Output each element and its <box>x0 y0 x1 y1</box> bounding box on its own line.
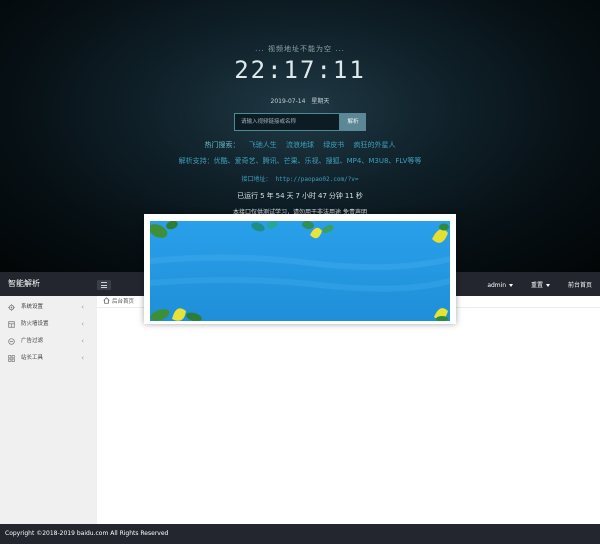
clock: 22:17:11 <box>234 56 366 84</box>
chevron-left-icon: ‹ <box>81 354 84 362</box>
sidebar-item-label: 站长工具 <box>21 355 44 361</box>
uptime-days: 54 <box>275 192 285 200</box>
api-line: 接口地址： http://paopao02.com/?v= <box>0 174 600 183</box>
uptime-unit: 分钟 <box>328 192 343 200</box>
chevron-down-icon <box>546 284 551 287</box>
reset-menu[interactable]: 重置 <box>531 282 551 289</box>
grid-icon <box>8 355 15 362</box>
chevron-left-icon: ‹ <box>81 303 84 311</box>
sidebar-item-label: 广告过滤 <box>21 338 44 344</box>
uptime-minutes: 47 <box>318 192 327 200</box>
sky-leaves-image <box>150 221 450 321</box>
tab-home-label: 后台首页 <box>112 299 135 305</box>
reset-label: 重置 <box>531 282 544 289</box>
api-url-link[interactable]: http://paopao02.com/?v= <box>275 176 358 183</box>
sidebar-item-ad-filter[interactable]: 广告过滤 ‹ <box>0 333 97 350</box>
hot-keyword-link[interactable]: 绿皮书 <box>323 141 344 149</box>
uptime-unit: 年 <box>266 192 274 200</box>
parse-button[interactable]: 解析 <box>340 113 366 131</box>
uptime-unit: 小时 <box>302 192 316 200</box>
hot-search-line: 热门搜索： 飞驰人生 流浪地球 绿皮书 疯狂的外星人 <box>0 140 600 150</box>
uptime-prefix: 已运行 <box>237 192 259 200</box>
search-row: 请输入视频链接或名称 解析 <box>0 113 600 132</box>
footer: Copyright ©2018-2019 baidu.com All Right… <box>0 524 600 544</box>
image-popup[interactable] <box>144 214 456 324</box>
sidebar-item-firewall[interactable]: 防火墙设置 ‹ <box>0 316 97 333</box>
date-text: 2019-07-14 <box>270 98 306 105</box>
sidebar-item-label: 系统设置 <box>21 304 44 310</box>
sidebar: 系统设置 ‹ 防火墙设置 ‹ 广告过滤 ‹ 站长工具 ‹ <box>0 296 97 524</box>
api-label: 接口地址： <box>241 176 272 183</box>
chevron-left-icon: ‹ <box>81 337 84 345</box>
tab-home[interactable]: 后台首页 <box>103 297 134 307</box>
admin-user-label: admin <box>487 282 507 289</box>
uptime-unit: 秒 <box>355 192 363 200</box>
sidebar-item-webmaster-tools[interactable]: 站长工具 ‹ <box>0 350 97 367</box>
uptime-hours: 7 <box>295 192 300 200</box>
menu-toggle-button[interactable] <box>97 280 111 290</box>
weekday-text: 星期天 <box>311 98 330 105</box>
main-content: 后台首页 <box>97 296 600 524</box>
uptime-unit: 天 <box>286 192 294 200</box>
hot-keyword-link[interactable]: 飞驰人生 <box>249 141 277 149</box>
search-input[interactable]: 请输入视频链接或名称 <box>234 113 340 131</box>
sidebar-item-system-settings[interactable]: 系统设置 ‹ <box>0 299 97 316</box>
frontend-home-link[interactable]: 前台首页 <box>568 282 592 289</box>
hot-keyword-link[interactable]: 流浪地球 <box>286 141 314 149</box>
uptime-years: 5 <box>260 192 265 200</box>
chevron-left-icon: ‹ <box>81 320 84 328</box>
gear-icon <box>8 304 15 311</box>
uptime-line: 已运行 5 年 54 天 7 小时 47 分钟 11 秒 <box>0 191 600 201</box>
shield-icon <box>8 321 15 328</box>
uptime-seconds: 11 <box>344 192 354 200</box>
admin-user-menu[interactable]: admin <box>487 282 514 289</box>
chevron-down-icon <box>509 284 514 287</box>
sidebar-item-label: 防火墙设置 <box>21 321 49 327</box>
hot-search-label: 热门搜索： <box>204 141 240 149</box>
filter-icon <box>8 338 15 345</box>
header-nav: admin 重置 前台首页 <box>471 280 592 289</box>
home-icon <box>103 297 110 304</box>
brand-title: 智能解析 <box>8 279 40 288</box>
notice-text: ... 视频地址不能为空 ... <box>255 45 345 53</box>
date-line: 2019-07-14 星期天 <box>0 96 600 105</box>
support-text: 解析支持：优酷、爱奇艺、腾讯、芒果、乐视、搜狐、MP4、M3U8、FLV等等 <box>178 157 422 165</box>
hot-keyword-link[interactable]: 疯狂的外星人 <box>353 141 395 149</box>
